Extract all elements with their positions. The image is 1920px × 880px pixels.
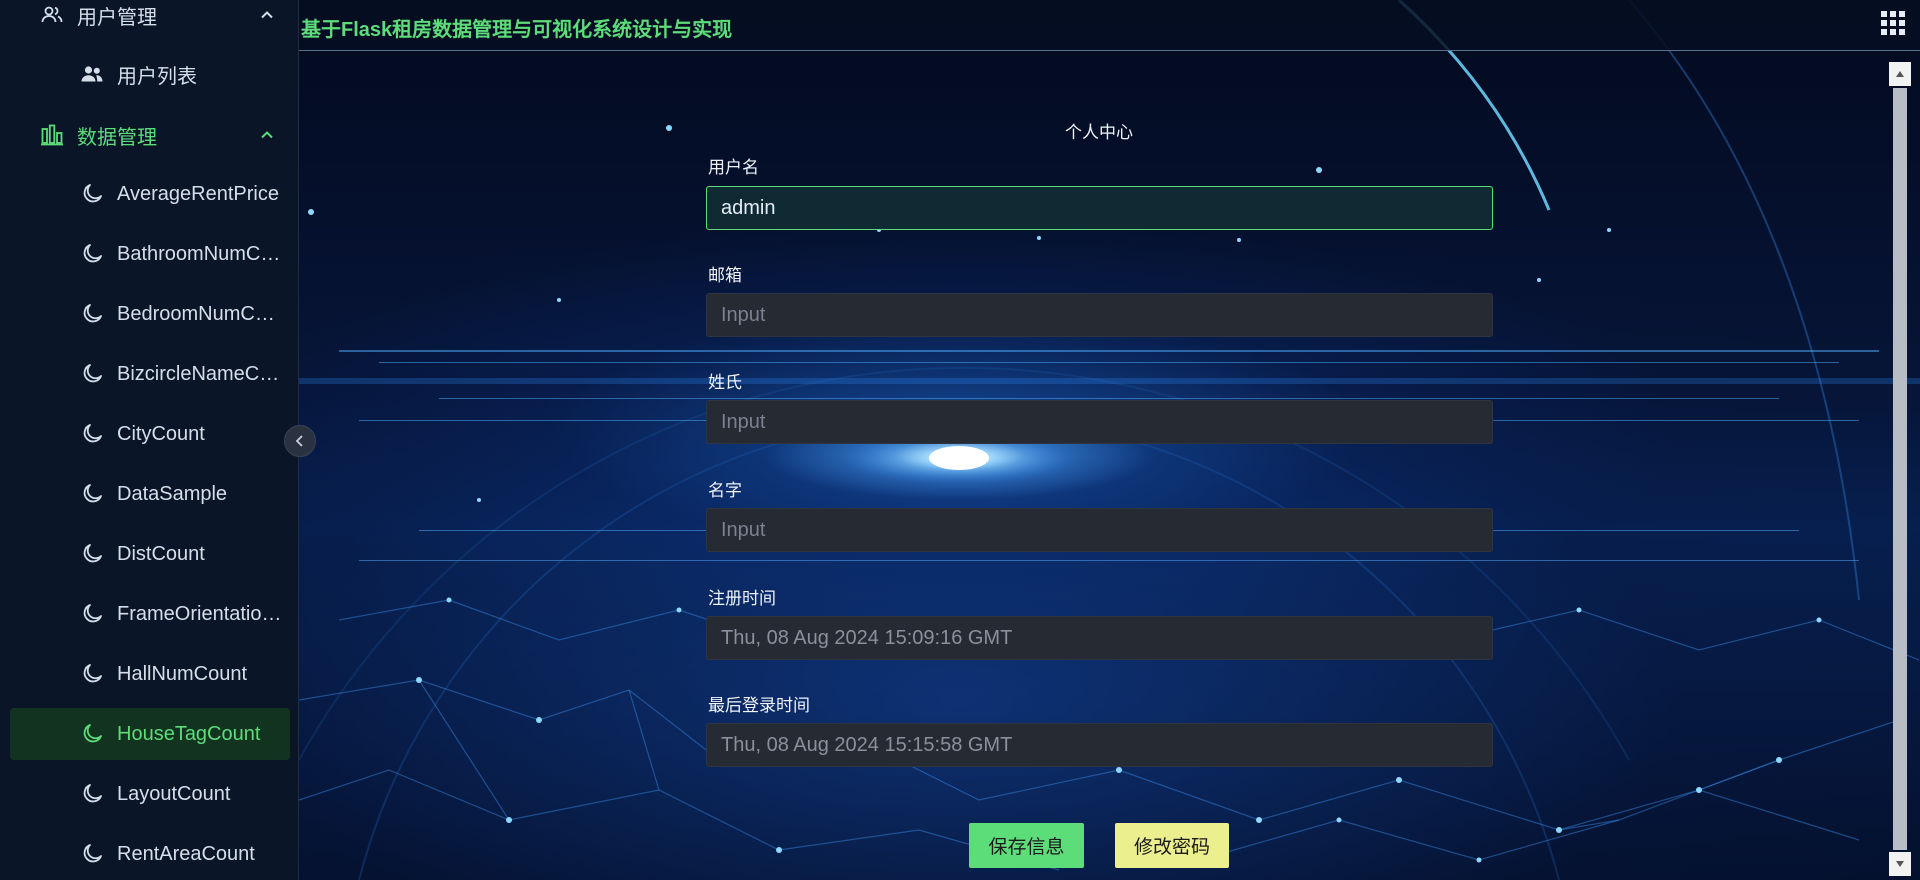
page-title: 个人中心: [1065, 123, 1133, 142]
sidebar-item-rent-area-count[interactable]: RentAreaCount: [10, 828, 290, 880]
moon-icon: [83, 604, 102, 623]
scroll-thumb[interactable]: [1893, 88, 1907, 850]
last-login-label: 最后登录时间: [708, 696, 810, 715]
email-label: 邮箱: [708, 266, 742, 285]
first-name-input[interactable]: [706, 508, 1493, 552]
sidebar-item-city-count[interactable]: CityCount: [10, 408, 290, 460]
sidebar-item-frame-orientation-count[interactable]: FrameOrientationCount: [10, 588, 290, 640]
sidebar-group-label: 用户管理: [77, 6, 157, 29]
sidebar-item-label: HouseTagCount: [117, 722, 261, 745]
username-input[interactable]: [706, 186, 1493, 230]
last-name-input[interactable]: [706, 400, 1493, 444]
register-time-label: 注册时间: [708, 589, 776, 608]
triangle-up-icon: [1896, 71, 1904, 77]
sidebar-item-label: FrameOrientationCount: [117, 602, 285, 625]
app-title: 基于Flask租房数据管理与可视化系统设计与实现: [301, 19, 733, 41]
sidebar-item-data-sample[interactable]: DataSample: [10, 468, 290, 520]
user-group-icon: [41, 6, 63, 23]
last-name-label: 姓氏: [708, 373, 742, 392]
first-name-label: 名字: [708, 481, 742, 500]
sidebar-item-label: DistCount: [117, 542, 205, 565]
scroll-down-button[interactable]: [1889, 852, 1911, 876]
main-content: 基于Flask租房数据管理与可视化系统设计与实现 个人中心 用户名 邮箱 姓氏 …: [299, 0, 1920, 880]
sidebar-item-label: AverageRentPrice: [117, 182, 279, 205]
sidebar-group-data-management[interactable]: 数据管理: [0, 109, 298, 161]
sidebar-item-average-rent-price[interactable]: AverageRentPrice: [10, 168, 290, 220]
sidebar-item-label: BedroomNumCount: [117, 302, 285, 325]
top-bar: 基于Flask租房数据管理与可视化系统设计与实现: [299, 0, 1920, 51]
sidebar-item-label: CityCount: [117, 422, 205, 445]
scroll-up-button[interactable]: [1889, 62, 1911, 86]
moon-icon: [83, 784, 102, 803]
moon-icon: [83, 664, 102, 683]
sidebar-item-label: HallNumCount: [117, 662, 248, 685]
moon-icon: [83, 184, 102, 203]
sidebar-item-bizcircle-name-count[interactable]: BizcircleNameCount: [10, 348, 290, 400]
sidebar-item-house-tag-count[interactable]: HouseTagCount: [10, 708, 290, 760]
save-button[interactable]: 保存信息: [969, 823, 1084, 868]
apps-grid-icon[interactable]: [1880, 10, 1906, 36]
moon-icon: [83, 544, 102, 563]
sidebar-item-label: BizcircleNameCount: [117, 362, 285, 385]
chevron-left-icon: [295, 435, 303, 447]
moon-icon: [83, 364, 102, 383]
username-label: 用户名: [708, 158, 759, 177]
scrollbar[interactable]: [1889, 62, 1911, 876]
sidebar-item-label: DataSample: [117, 482, 228, 505]
sidebar-item-hall-num-count[interactable]: HallNumCount: [10, 648, 290, 700]
chevron-up-icon: [261, 11, 273, 19]
sidebar-group-label: 数据管理: [77, 126, 157, 149]
moon-icon: [83, 304, 102, 323]
email-input[interactable]: [706, 293, 1493, 337]
register-time-input[interactable]: [706, 616, 1493, 660]
sidebar-item-bathroom-num-count[interactable]: BathroomNumCount: [10, 228, 290, 280]
sidebar-item-layout-count[interactable]: LayoutCount: [10, 768, 290, 820]
sidebar-collapse-button[interactable]: [284, 425, 316, 457]
change-password-button[interactable]: 修改密码: [1115, 823, 1229, 868]
moon-icon: [83, 424, 102, 443]
sidebar-item-label: LayoutCount: [117, 782, 231, 805]
sidebar-item-user-list[interactable]: 用户列表: [10, 48, 290, 100]
sidebar: 用户管理 用户列表 数据管理 AverageRentPrice Bathroom…: [0, 0, 299, 880]
moon-icon: [83, 724, 102, 743]
bar-chart-icon: [41, 124, 63, 146]
chevron-up-icon: [261, 131, 273, 139]
moon-icon: [83, 484, 102, 503]
sidebar-group-user-management[interactable]: 用户管理: [0, 0, 298, 41]
moon-icon: [83, 844, 102, 863]
sidebar-item-bedroom-num-count[interactable]: BedroomNumCount: [10, 288, 290, 340]
users-icon: [81, 66, 103, 82]
sidebar-item-label: BathroomNumCount: [117, 242, 285, 265]
triangle-down-icon: [1896, 861, 1904, 867]
sidebar-item-label: RentAreaCount: [117, 842, 255, 865]
last-login-input[interactable]: [706, 723, 1493, 767]
sidebar-item-label: 用户列表: [117, 65, 197, 88]
sidebar-item-dist-count[interactable]: DistCount: [10, 528, 290, 580]
moon-icon: [83, 244, 102, 263]
